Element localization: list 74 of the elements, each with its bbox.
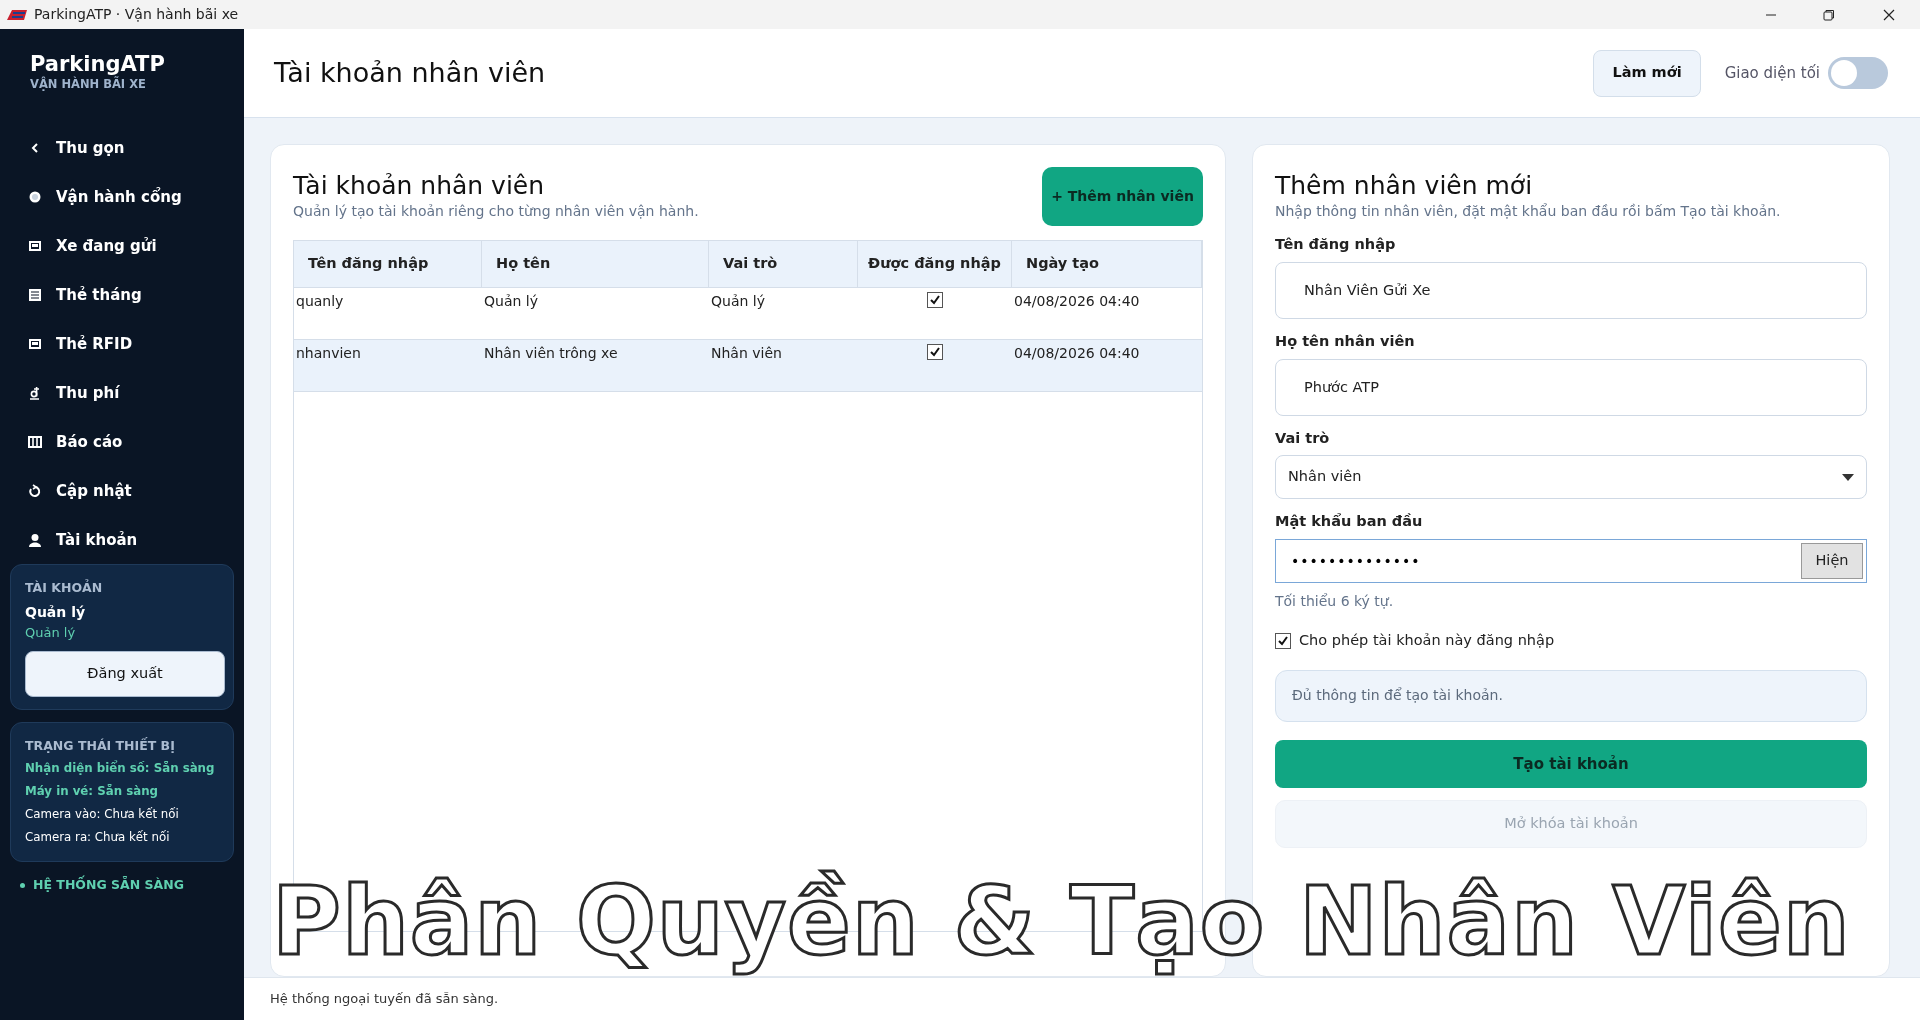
dong-sign-icon — [28, 385, 42, 400]
restore-icon — [1823, 8, 1835, 21]
column-header: Vai trò — [709, 241, 858, 287]
column-header: Ngày tạo — [1012, 241, 1202, 287]
refresh-button[interactable]: Làm mới — [1593, 49, 1701, 97]
table-cell: 04/08/2026 04:40 — [1014, 293, 1140, 309]
panel-title: Tài khoản nhân viên — [293, 171, 546, 201]
columns-icon — [28, 434, 42, 449]
field-label: Mật khẩu ban đầu — [1275, 512, 1424, 532]
column-header: Tên đăng nhập — [294, 241, 482, 287]
add-staff-button[interactable]: + Thêm nhân viên — [1042, 167, 1203, 226]
device-status-heading: TRẠNG THÁI THIẾT BỊ — [25, 736, 176, 755]
role-select[interactable]: Nhân viên — [1275, 455, 1867, 500]
table-cell: quanly — [296, 293, 344, 309]
app-logo-icon — [6, 8, 28, 21]
status-dot — [20, 883, 25, 889]
brand-name: ParkingATP — [30, 53, 166, 77]
window-title: ParkingATP · Vận hành bãi xe — [34, 5, 239, 24]
status-bar-text: Hệ thống ngoại tuyến đã sẵn sàng. — [244, 977, 1920, 1020]
table-cell: Nhân viên — [711, 345, 782, 361]
device-status: Nhận diện biển số: Sẵn sàng — [25, 759, 216, 778]
field-label: Họ tên nhân viên — [1275, 331, 1416, 351]
dark-mode-toggle[interactable] — [1828, 57, 1888, 89]
square-icon — [28, 336, 42, 351]
page-title: Tài khoản nhân viên — [274, 56, 547, 90]
list-icon — [28, 287, 42, 302]
sidebar-item[interactable]: Cập nhật — [10, 466, 234, 516]
circle-icon — [28, 189, 42, 204]
sidebar-item[interactable]: Báo cáo — [10, 417, 234, 467]
sidebar-item[interactable]: Thu gọn — [10, 123, 234, 173]
dropdown-caret-icon — [1842, 473, 1854, 481]
overlay-caption: Phân Quyền & Tạo Nhân Viên — [271, 868, 1852, 977]
create-account-button[interactable]: Tạo tài khoản — [1275, 739, 1867, 788]
hint-text: Tối thiểu 6 ký tự. — [1275, 592, 1395, 611]
sidebar-item[interactable]: Thẻ RFID — [10, 319, 234, 369]
column-header: Họ tên — [482, 241, 709, 287]
brand-subtitle: VẬN HÀNH BÃI XE — [30, 76, 146, 94]
password-field[interactable]: •••••••••••••• Hiện — [1275, 539, 1867, 583]
account-role: Quản lý — [25, 624, 77, 643]
column-header: Được đăng nhập — [858, 241, 1012, 287]
table-row[interactable]: nhanvien Nhân viên trông xe Nhân viên 04/08/2026 04:40 — [294, 340, 1202, 392]
table-cell: 04/08/2026 04:40 — [1014, 345, 1140, 361]
system-status: HỆ THỐNG SẴN SÀNG — [33, 876, 184, 895]
device-status: Camera vào: Chưa kết nối — [25, 806, 180, 824]
sidebar-item[interactable]: Tài khoản — [10, 515, 234, 565]
sidebar-item[interactable]: Xe đang gửi — [10, 221, 234, 271]
panel-title: Thêm nhân viên mới — [1275, 171, 1534, 201]
sidebar-item[interactable]: Vận hành cổng — [10, 172, 234, 222]
info-message: Đủ thông tin để tạo tài khoản. — [1275, 669, 1867, 722]
sidebar-item[interactable]: Thu phí — [10, 368, 234, 418]
square-icon — [28, 238, 42, 253]
user-icon — [28, 532, 42, 547]
panel-subtitle: Nhập thông tin nhân viên, đặt mật khẩu ban đầu rồi bấm Tạo tài khoản. — [1275, 202, 1782, 221]
panel-subtitle: Quản lý tạo tài khoản riêng cho từng nhân viên vận hành. — [293, 202, 699, 221]
sidebar-item[interactable]: Thẻ tháng — [10, 270, 234, 320]
close-icon — [1883, 8, 1895, 21]
account-heading: TÀI KHOẢN — [25, 579, 104, 598]
dark-mode-label: Giao diện tối — [1724, 62, 1820, 84]
checkbox-label: Cho phép tài khoản này đăng nhập — [1299, 631, 1555, 650]
account-name: Quản lý — [25, 603, 87, 623]
checkbox[interactable] — [1275, 632, 1291, 649]
input-field[interactable]: Phước ATP — [1275, 358, 1867, 416]
logout-button[interactable]: Đăng xuất — [25, 650, 225, 697]
table-cell: Nhân viên trông xe — [484, 345, 618, 361]
input-field[interactable]: Nhân Viên Gửi Xe — [1275, 261, 1867, 319]
device-status: Camera ra: Chưa kết nối — [25, 829, 171, 847]
table-cell: nhanvien — [296, 345, 361, 361]
table-cell: Quản lý — [711, 293, 765, 309]
field-label: Vai trò — [1275, 428, 1331, 448]
table-cell: Quản lý — [484, 293, 538, 309]
refresh-icon — [28, 483, 42, 498]
show-password-button[interactable]: Hiện — [1801, 543, 1863, 579]
field-label: Tên đăng nhập — [1275, 235, 1397, 254]
device-status: Máy in vé: Sẵn sàng — [25, 783, 159, 801]
